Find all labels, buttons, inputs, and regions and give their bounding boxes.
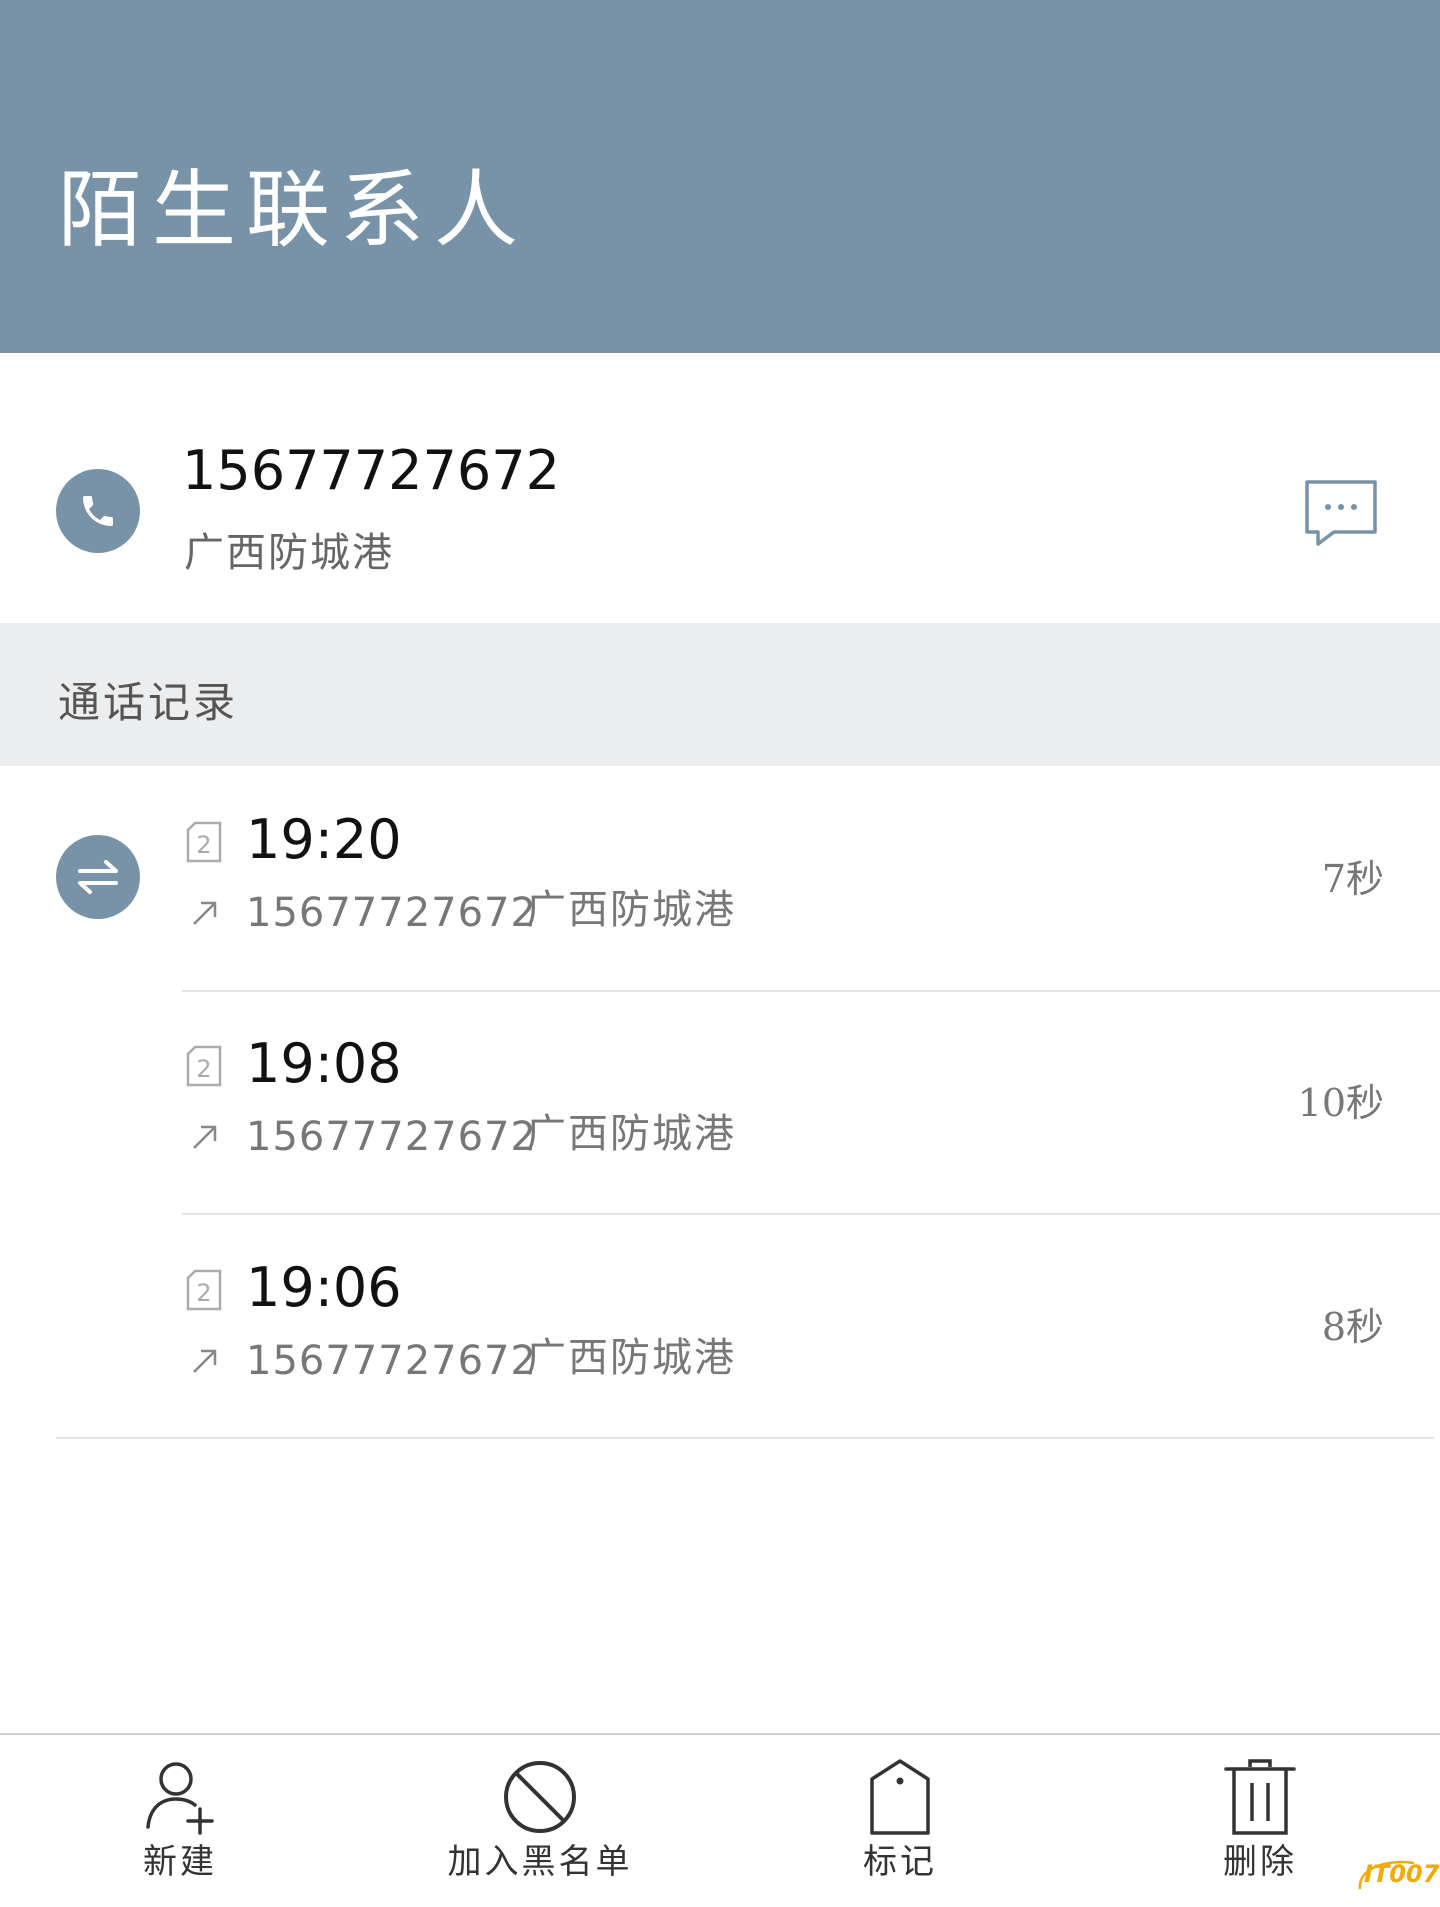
call-duration: 7秒 — [1321, 857, 1384, 901]
call-time: 19:08 — [246, 1032, 402, 1095]
blacklist-button[interactable]: 加入黑名单 — [420, 1757, 660, 1897]
block-icon — [504, 1761, 576, 1833]
outgoing-arrow-icon — [193, 1349, 217, 1373]
delete-button[interactable]: 删除 — [1140, 1757, 1380, 1897]
call-number: 15677727672 — [246, 890, 537, 936]
svg-text:2: 2 — [196, 1055, 211, 1083]
call-number: 15677727672 — [246, 1114, 537, 1160]
call-time: 19:20 — [246, 808, 402, 871]
new-contact-button[interactable]: 新建 — [60, 1757, 300, 1897]
add-person-icon — [146, 1762, 214, 1835]
call-button[interactable] — [56, 469, 140, 553]
mark-button[interactable]: 标记 — [780, 1757, 1020, 1897]
svg-text:2: 2 — [196, 1279, 211, 1307]
call-log-row[interactable]: 2 19:20 15677727672 广西防城港 7秒 — [0, 766, 1440, 990]
sim-card-icon: 2 — [186, 821, 222, 863]
call-location: 广西防城港 — [526, 887, 736, 933]
trash-icon — [1224, 1759, 1296, 1835]
delete-label: 删除 — [1223, 1842, 1297, 1882]
sim-card-icon: 2 — [186, 1269, 222, 1311]
phone-icon — [83, 496, 113, 526]
mark-label: 标记 — [863, 1842, 937, 1882]
contact-location: 广西防城港 — [184, 530, 394, 576]
call-duration: 8秒 — [1321, 1305, 1384, 1349]
tag-icon — [870, 1759, 930, 1835]
outgoing-arrow-icon — [193, 901, 217, 925]
call-time: 19:06 — [246, 1256, 402, 1319]
new-contact-label: 新建 — [143, 1842, 217, 1882]
page-title: 陌生联系人 — [58, 161, 529, 259]
call-log-row[interactable]: 2 19:08 15677727672 广西防城港 10秒 — [0, 990, 1440, 1214]
call-log-title: 通话记录 — [58, 678, 239, 727]
svg-text:2: 2 — [196, 831, 211, 859]
app-header: 陌生联系人 — [0, 0, 1440, 353]
call-location: 广西防城港 — [526, 1111, 736, 1157]
message-bubble-icon[interactable] — [1304, 479, 1378, 547]
call-number: 15677727672 — [246, 1338, 537, 1384]
blacklist-label: 加入黑名单 — [447, 1842, 633, 1882]
call-duration: 10秒 — [1297, 1081, 1384, 1125]
watermark-text: IT007 — [1364, 1860, 1440, 1888]
bottom-toolbar: 新建 加入黑名单 标记 删除 — [0, 1733, 1440, 1907]
call-log-row[interactable]: 2 19:06 15677727672 广西防城港 8秒 — [0, 1214, 1440, 1438]
contact-summary: 15677727672 广西防城港 — [0, 353, 1440, 623]
call-swap-icon — [56, 835, 140, 919]
outgoing-arrow-icon — [193, 1125, 217, 1149]
sim-card-icon: 2 — [186, 1045, 222, 1087]
call-location: 广西防城港 — [526, 1335, 736, 1381]
contact-number: 15677727672 — [182, 439, 560, 502]
divider — [56, 1437, 1434, 1439]
